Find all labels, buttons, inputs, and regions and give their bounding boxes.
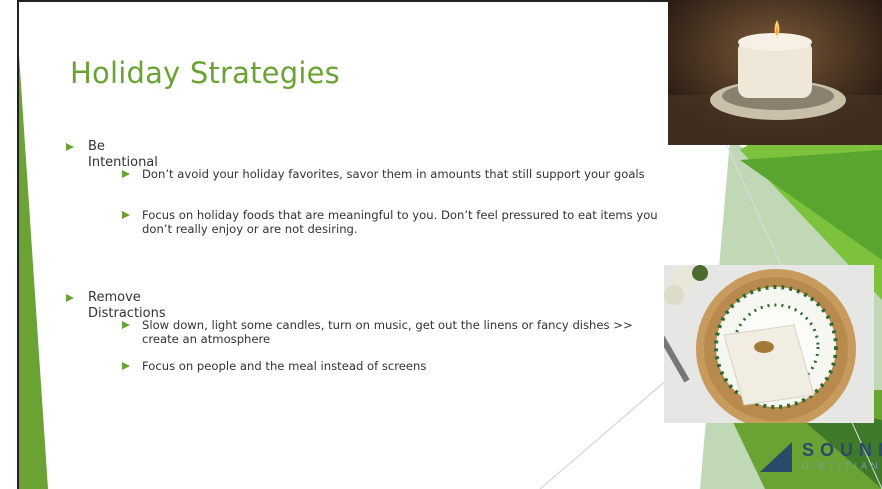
bullet-arrow-icon xyxy=(122,211,130,219)
candle-photo xyxy=(668,0,882,145)
slide: Holiday Strategies Be Intentional Don’t … xyxy=(0,0,882,489)
bullet-arrow-icon xyxy=(66,294,74,302)
logo-mountain-icon xyxy=(760,442,792,472)
bullet-text: Focus on holiday foods that are meaningf… xyxy=(142,208,658,236)
bullet-arrow-icon xyxy=(66,143,74,151)
logo-line2: DIETITIANS xyxy=(802,461,882,471)
bullet-level2: Slow down, light some candles, turn on m… xyxy=(122,318,662,346)
bullet-arrow-icon xyxy=(122,170,130,178)
bullet-arrow-icon xyxy=(122,362,130,370)
bullet-arrow-icon xyxy=(122,321,130,329)
bullet-text: Don’t avoid your holiday favorites, savo… xyxy=(142,167,645,181)
bullet-text: Slow down, light some candles, turn on m… xyxy=(142,318,633,346)
sound-dietitians-logo: SOUND DIETITIANS xyxy=(760,440,882,472)
bullet-level2: Focus on people and the meal instead of … xyxy=(122,359,662,373)
bullet-level2: Focus on holiday foods that are meaningf… xyxy=(122,208,662,236)
bullet-level2: Don’t avoid your holiday favorites, savo… xyxy=(122,167,662,181)
logo-line1: SOUND xyxy=(802,440,882,460)
table-setting-photo xyxy=(664,265,874,423)
bullet-text: Focus on people and the meal instead of … xyxy=(142,359,427,373)
slide-title: Holiday Strategies xyxy=(70,56,340,90)
